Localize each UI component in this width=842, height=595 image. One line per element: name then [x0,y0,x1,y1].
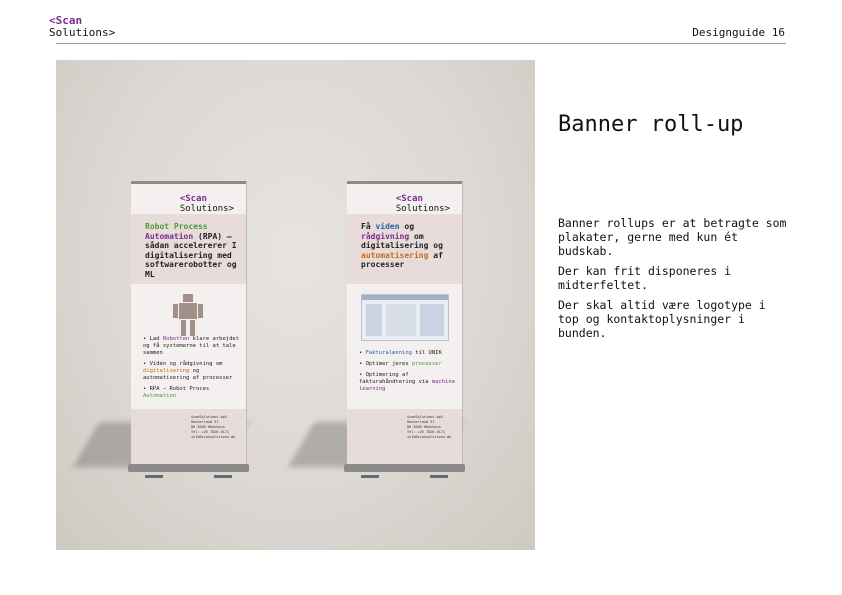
bullet-item: • Optimering af fakturahåndtering via ma… [359,372,456,392]
banner-base [344,464,465,472]
headline-part: softwarerobotter [145,260,223,269]
header-divider [56,43,786,44]
banner-logo-line2: Solutions> [179,204,234,214]
robot-illustration [173,294,203,336]
banner-logo: <Scan Solutions> [396,194,450,214]
banner-foot [145,475,163,478]
banner-contact-panel: ScanSolutions ApS Havnefrand 31 DK-2000 … [347,409,462,464]
banner-logo-line1: <Scan [395,194,423,204]
header-logo: <Scan Solutions> [49,15,115,39]
bullet-item: • RPA – Robot Proces Automation [143,386,210,399]
banner-contact-panel: ScanSolutions ApS Havnefrand 31 DK-2000 … [131,409,246,464]
paragraph: Der kan frit disponeres i midterfeltet. [558,264,732,292]
page-title: Banner roll-up [558,112,744,137]
paragraph: Banner rollups er at betragte som plakat… [558,216,787,258]
body-text: Banner rollups er at betragte som plakat… [558,216,788,346]
banner-foot [430,475,448,478]
rollup-banner-right: <Scan Solutions> Få viden og rådgivning … [344,181,465,478]
headline-part: digitalisering med [145,250,232,260]
banner-headline: Robot Process Automation (RPA) – sådan a… [145,222,245,279]
headline-part: Robot Process [145,222,208,231]
banner-bullets: • Lad Robotten klare arbejdet og få syst… [143,336,243,404]
rollup-banner-left: <Scan Solutions> Robot Process Automatio… [128,181,249,478]
banner-logo-line2: Solutions> [395,204,450,214]
paragraph: Der skal altid være logotype i top og ko… [558,298,766,340]
banner-mockup-photo: <Scan Solutions> Robot Process Automatio… [56,60,535,550]
headline-part: (RPA) – [198,231,232,241]
bullet-item: • Lad Robotten klare arbejdet og få syst… [143,336,240,356]
headline-part: sådan accelererer I [145,241,237,250]
banner-bullets: • Fakturalæsning til UNIK • Optimer jere… [359,350,459,397]
banner-contact-text: ScanSolutions ApS Havnefrand 31 DK-2000 … [191,415,236,439]
bullet-item: • Viden og rådgivning om digitalisering … [143,361,233,381]
bullet-item: • Fakturalæsning til UNIK [359,350,442,356]
banner-contact-text: ScanSolutions ApS Havnefrand 31 DK-2000 … [407,415,452,439]
headline-part: Automation [145,231,194,241]
software-screenshot [361,294,449,341]
banner-foot [361,475,379,478]
banner-logo-line1: <Scan [179,194,207,204]
banner-logo: <Scan Solutions> [180,194,234,214]
logo-line2: Solutions> [49,26,116,39]
banner-foot [214,475,232,478]
page-label: Designguide 16 [692,26,785,39]
bullet-item: • Optimer jeres processer [359,361,442,367]
banner-base [128,464,249,472]
banner-headline: Få viden og rådgivning om digitalisering… [361,222,443,269]
